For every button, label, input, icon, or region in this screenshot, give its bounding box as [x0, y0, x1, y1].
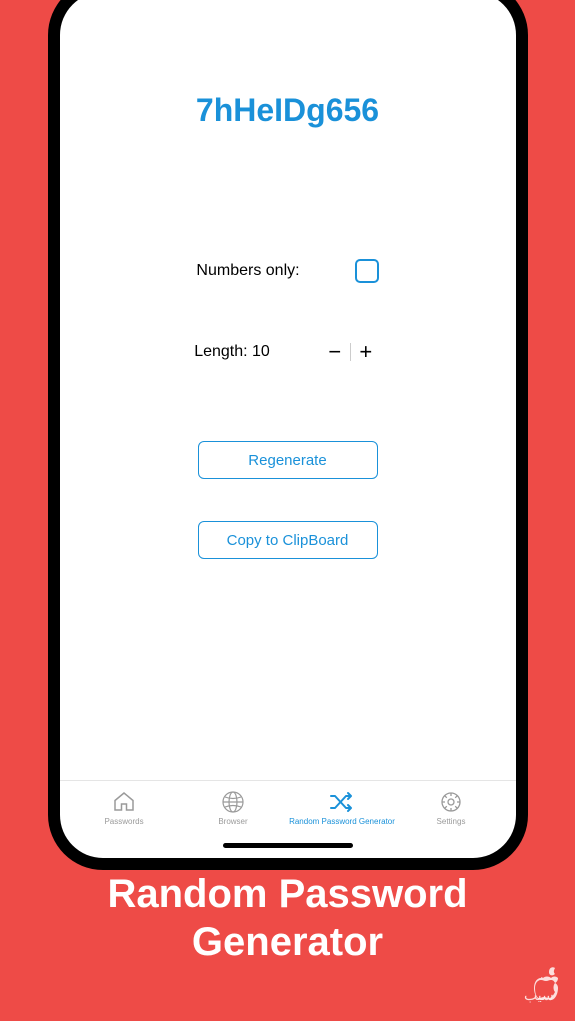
- promo-line-2: Generator: [0, 918, 575, 966]
- watermark-logo: سیب: [519, 960, 567, 1013]
- tab-label: Passwords: [104, 817, 143, 826]
- decrement-button[interactable]: −: [320, 338, 350, 366]
- shuffle-icon: [329, 789, 355, 815]
- gear-icon: [438, 789, 464, 815]
- increment-button[interactable]: +: [351, 338, 381, 366]
- tab-label: Browser: [218, 817, 247, 826]
- tab-passwords[interactable]: Passwords: [70, 789, 179, 826]
- tab-label: Settings: [437, 817, 466, 826]
- promo-title: Random Password Generator: [0, 870, 575, 966]
- home-indicator: [223, 843, 353, 848]
- tab-random-generator[interactable]: Random Password Generator: [288, 789, 397, 826]
- tab-label: Random Password Generator: [289, 817, 395, 826]
- length-label: Length: 10: [194, 343, 270, 361]
- numbers-only-checkbox[interactable]: [355, 259, 379, 283]
- generated-password-display: 7hHeIDg656: [196, 92, 379, 129]
- globe-icon: [220, 789, 246, 815]
- copy-button[interactable]: Copy to ClipBoard: [198, 521, 378, 559]
- phone-screen: 7hHeIDg656 Numbers only: Length: 10 − + …: [60, 0, 516, 858]
- promo-line-1: Random Password: [0, 870, 575, 918]
- regenerate-button[interactable]: Regenerate: [198, 441, 378, 479]
- tab-browser[interactable]: Browser: [179, 789, 288, 826]
- numbers-only-label: Numbers only:: [196, 262, 299, 280]
- svg-text:سیب: سیب: [524, 987, 554, 1003]
- phone-frame: 7hHeIDg656 Numbers only: Length: 10 − + …: [48, 0, 528, 870]
- main-content: 7hHeIDg656 Numbers only: Length: 10 − + …: [60, 0, 516, 780]
- length-row: Length: 10 − +: [194, 338, 381, 366]
- home-icon: [111, 789, 137, 815]
- numbers-only-row: Numbers only:: [196, 259, 378, 283]
- tab-settings[interactable]: Settings: [397, 789, 506, 826]
- length-stepper: − +: [320, 338, 381, 366]
